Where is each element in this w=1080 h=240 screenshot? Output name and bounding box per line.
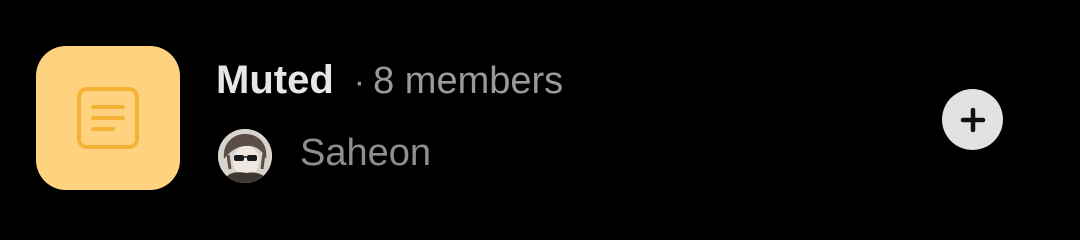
group-name: Muted (216, 58, 334, 102)
author-name: Saheon (300, 132, 432, 174)
document-icon (77, 87, 139, 149)
add-button[interactable] (942, 89, 1003, 150)
user-avatar (218, 129, 272, 183)
group-icon-tile (36, 46, 180, 190)
separator-dot: · (353, 63, 366, 101)
group-list-item[interactable]: Muted · 8 members Saheon (0, 0, 1080, 240)
member-count: 8 members (373, 60, 564, 102)
plus-icon (960, 107, 985, 132)
group-title-line: Muted · 8 members (216, 58, 563, 114)
